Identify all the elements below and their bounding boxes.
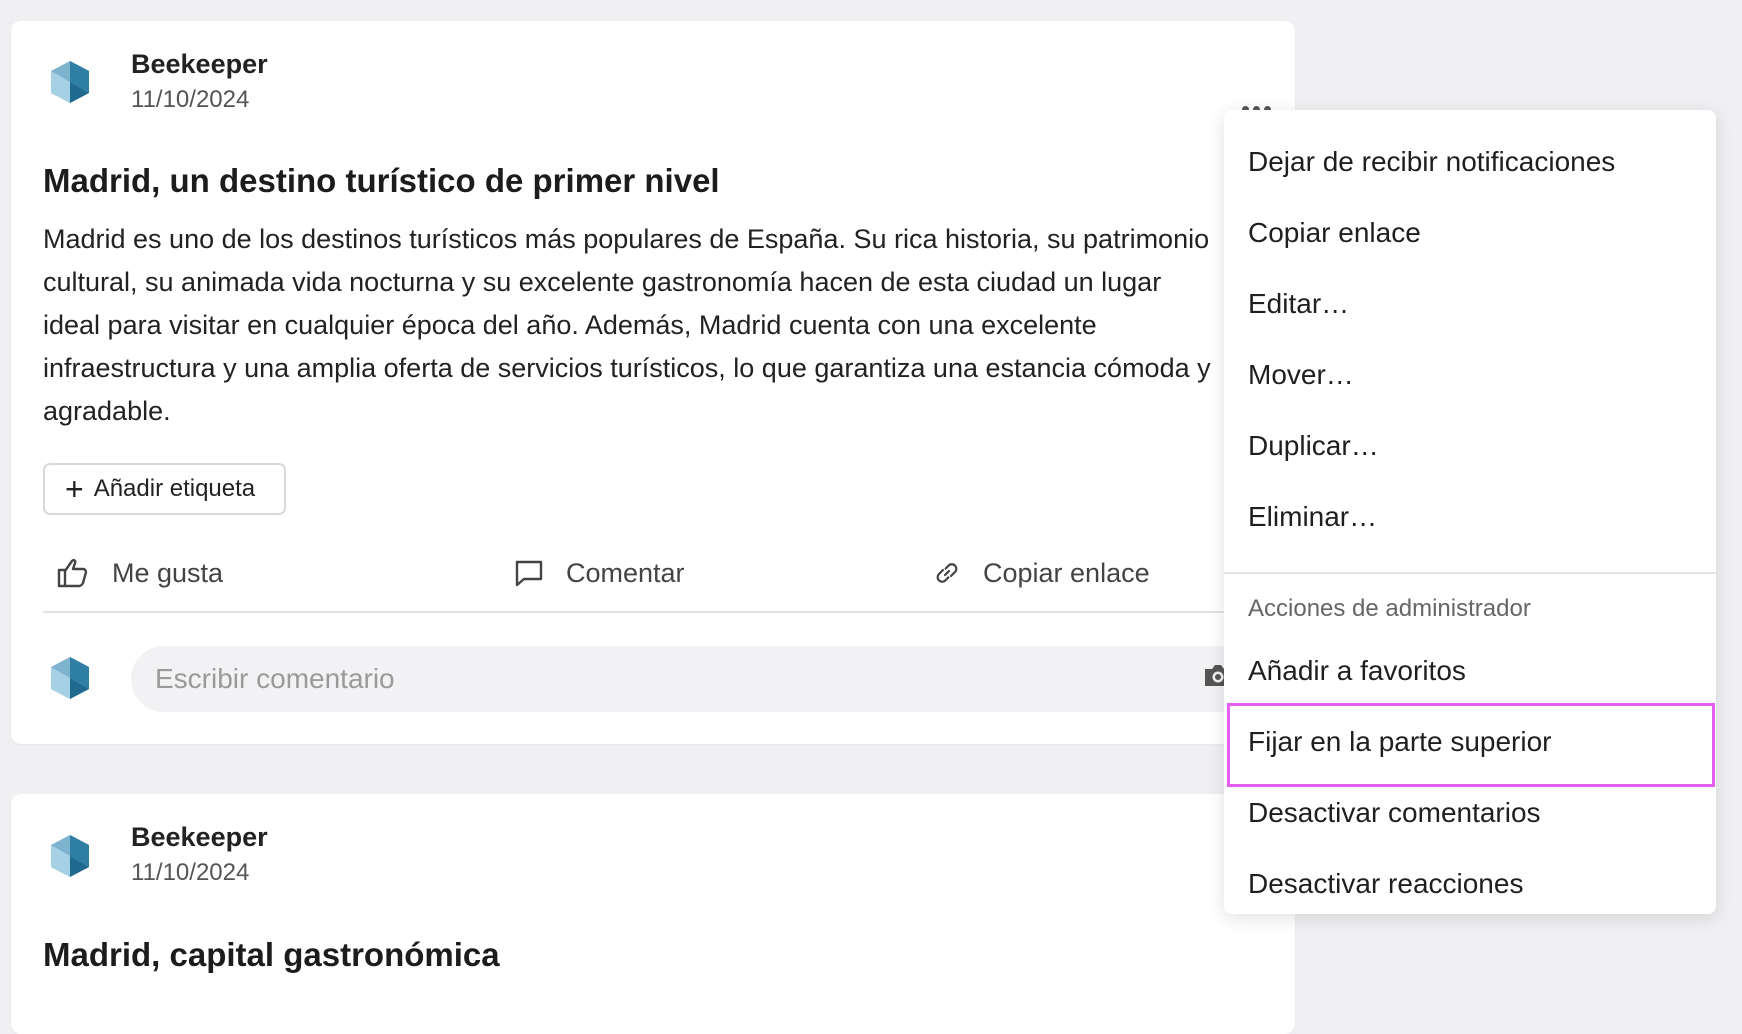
- avatar-logo-icon: [51, 61, 89, 103]
- copy-link-button[interactable]: Copiar enlace: [933, 551, 1150, 595]
- menu-item-add-favorites[interactable]: Añadir a favoritos: [1248, 655, 1466, 687]
- like-label: Me gusta: [112, 557, 224, 588]
- admin-actions-heading: Acciones de administrador: [1248, 595, 1531, 622]
- post-card: Beekeeper 11/10/2024 Madrid, un destino …: [11, 21, 1295, 744]
- avatar-logo-icon: [51, 835, 89, 877]
- thumbs-up-icon: [57, 558, 88, 588]
- post-date: 11/10/2024: [131, 86, 250, 113]
- menu-item-delete[interactable]: Eliminar…: [1248, 501, 1377, 533]
- menu-item-move[interactable]: Mover…: [1248, 359, 1354, 391]
- menu-item-disable-comments[interactable]: Desactivar comentarios: [1248, 797, 1541, 829]
- post-date: 11/10/2024: [131, 859, 250, 886]
- post-title: Madrid, un destino turístico de primer n…: [43, 162, 720, 199]
- menu-item-copy-link[interactable]: Copiar enlace: [1248, 217, 1421, 249]
- menu-item-duplicate[interactable]: Duplicar…: [1248, 430, 1379, 462]
- post-body-line: infraestructura y una amplia oferta de s…: [43, 353, 1211, 383]
- like-button[interactable]: Me gusta: [56, 551, 223, 595]
- post-body: Madrid es uno de los destinos turísticos…: [43, 218, 1293, 433]
- avatar-logo-icon: [51, 657, 89, 699]
- add-tag-button[interactable]: + Añadir etiqueta: [43, 463, 286, 515]
- menu-item-edit[interactable]: Editar…: [1248, 288, 1349, 320]
- add-tag-label: Añadir etiqueta: [93, 475, 256, 502]
- post-body-line: cultural, su animada vida nocturna y su …: [43, 267, 1162, 297]
- post-body-line: Madrid es uno de los destinos turísticos…: [43, 224, 1210, 254]
- post-author[interactable]: Beekeeper: [131, 822, 268, 853]
- comment-label: Comentar: [566, 557, 685, 588]
- comment-input[interactable]: [131, 646, 1295, 712]
- menu-item-unsubscribe-notifications[interactable]: Dejar de recibir notificaciones: [1248, 146, 1615, 178]
- post-author[interactable]: Beekeeper: [131, 49, 268, 80]
- link-icon: [936, 563, 958, 583]
- comment-button[interactable]: Comentar: [514, 551, 685, 595]
- copy-link-label: Copiar enlace: [983, 557, 1150, 588]
- post-body-line: agradable.: [43, 396, 171, 426]
- divider: [43, 611, 1295, 613]
- post-body-line: ideal para visitar en cualquier época de…: [43, 310, 1097, 340]
- menu-divider: [1224, 572, 1716, 574]
- plus-icon: +: [65, 471, 84, 507]
- menu-item-pin-to-top[interactable]: Fijar en la parte superior: [1248, 726, 1551, 758]
- menu-item-disable-reactions[interactable]: Desactivar reacciones: [1248, 868, 1523, 900]
- post-card: Beekeeper 11/10/2024 Madrid, capital gas…: [11, 794, 1295, 1034]
- post-title: Madrid, capital gastronómica: [43, 936, 500, 973]
- post-options-menu: Dejar de recibir notificaciones Copiar e…: [1224, 110, 1716, 914]
- comment-icon: [515, 560, 543, 587]
